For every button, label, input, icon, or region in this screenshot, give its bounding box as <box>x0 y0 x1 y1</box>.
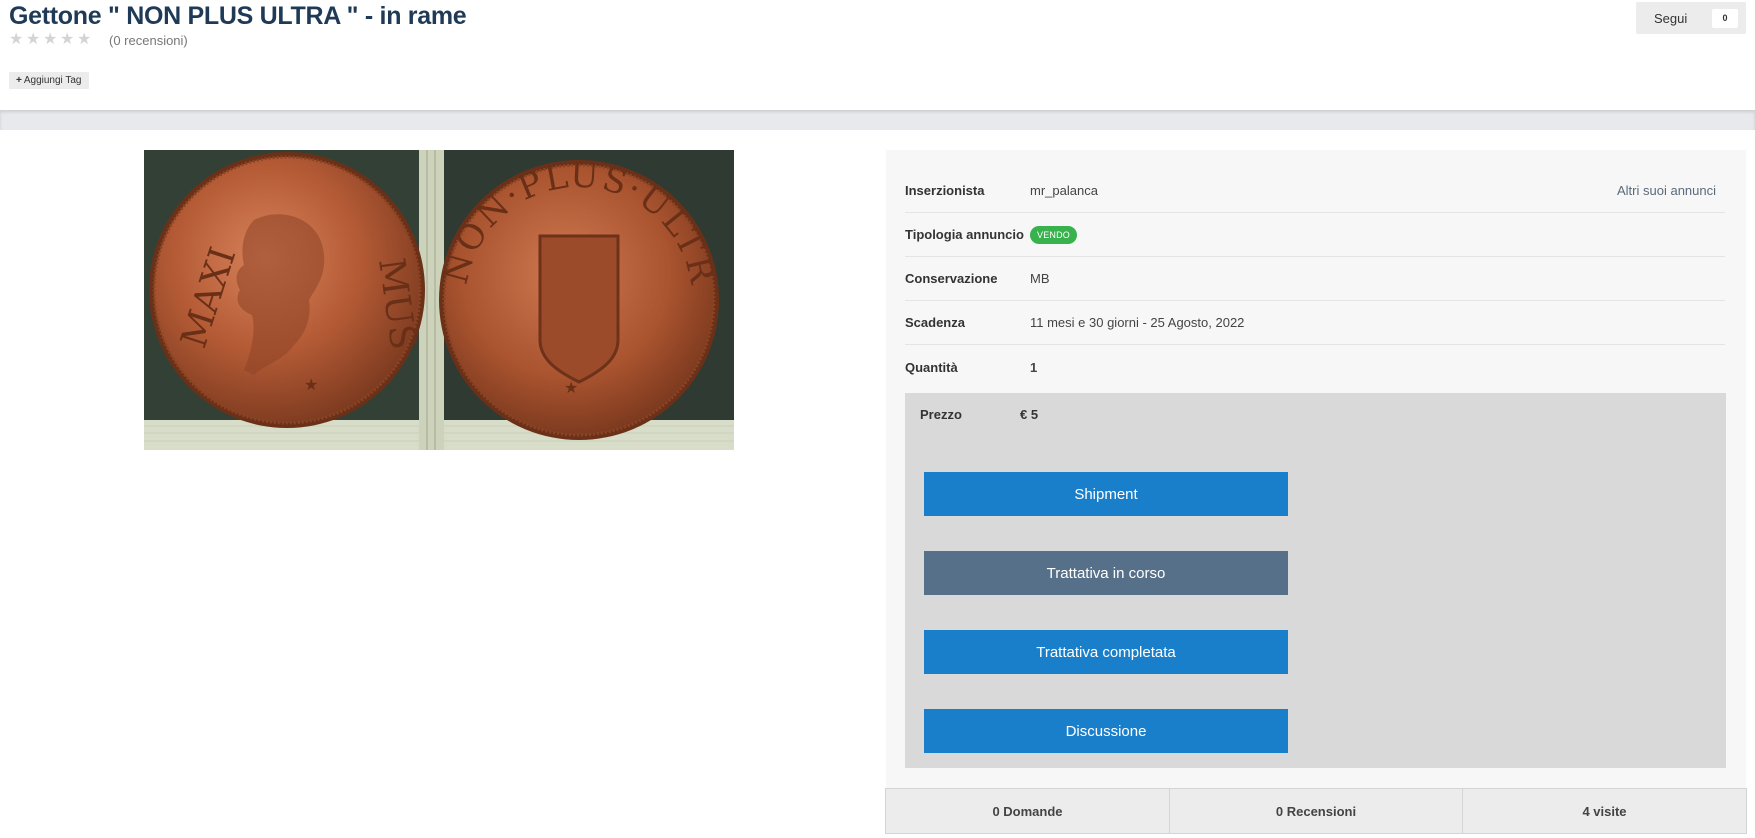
star-icon[interactable]: ★ <box>26 31 41 47</box>
follow-label: Segui <box>1654 10 1688 26</box>
trattativa-in-corso-button[interactable]: Trattativa in corso <box>924 551 1288 595</box>
shipment-button[interactable]: Shipment <box>924 472 1288 516</box>
add-tag-label: Aggiungi Tag <box>23 75 82 86</box>
listing-details-panel: Inserzionista mr_palanca Altri suoi annu… <box>886 150 1746 788</box>
scadenza-label: Scadenza <box>905 315 965 330</box>
star-icon[interactable]: ★ <box>60 31 75 47</box>
header-divider <box>0 110 1755 130</box>
inserzionista-label: Inserzionista <box>905 183 985 198</box>
price-box: Prezzo € 5 Shipment Trattativa in corso … <box>905 393 1726 768</box>
svg-text:★: ★ <box>564 378 578 397</box>
follow-button[interactable]: Segui 0 <box>1636 2 1746 34</box>
listing-type-badge: VENDO <box>1030 225 1078 244</box>
quantita-value: 1 <box>1030 359 1038 375</box>
listing-title: Gettone " NON PLUS ULTRA " - in rame <box>9 2 467 30</box>
svg-text:★: ★ <box>304 375 318 394</box>
tipologia-label: Tipologia annuncio <box>905 227 1024 242</box>
row-tipologia: Tipologia annuncio VENDO <box>905 213 1725 257</box>
scadenza-value: 11 mesi e 30 giorni - 25 Agosto, 2022 <box>1030 315 1245 330</box>
reviews-count: (0 recensioni) <box>109 33 188 48</box>
discussione-button[interactable]: Discussione <box>924 709 1288 753</box>
stat-domande[interactable]: 0 Domande <box>886 789 1170 833</box>
star-icon[interactable]: ★ <box>9 31 24 47</box>
prezzo-value: € 5 <box>1020 407 1039 422</box>
add-tag-button[interactable]: + Aggiungi Tag <box>9 72 89 89</box>
plus-icon: + <box>16 75 22 86</box>
conservazione-label: Conservazione <box>905 271 998 286</box>
star-icon[interactable]: ★ <box>77 31 92 47</box>
stat-visite: 4 visite <box>1582 803 1627 819</box>
row-quantita: Quantità 1 <box>905 345 1725 389</box>
row-inserzionista: Inserzionista mr_palanca Altri suoi annu… <box>905 169 1725 213</box>
stats-bar: 0 Domande 0 Recensioni 4 visite <box>885 788 1747 834</box>
conservazione-value: MB <box>1030 271 1050 286</box>
prezzo-label: Prezzo <box>920 407 962 422</box>
star-icon[interactable]: ★ <box>43 31 58 47</box>
quantita-label: Quantità <box>905 359 958 375</box>
rating-stars[interactable]: ★ ★ ★ ★ ★ <box>9 31 92 47</box>
inserzionista-value[interactable]: mr_palanca <box>1030 183 1098 198</box>
follow-count: 0 <box>1712 9 1738 28</box>
coin-photo[interactable]: MAXI MUS ★ NON·PLUS·ULTRA ★ <box>144 150 734 450</box>
other-listings-link[interactable]: Altri suoi annunci <box>1617 183 1716 198</box>
row-conservazione: Conservazione MB <box>905 257 1725 301</box>
stat-recensioni[interactable]: 0 Recensioni <box>1170 789 1463 833</box>
trattativa-completata-button[interactable]: Trattativa completata <box>924 630 1288 674</box>
listing-header: Gettone " NON PLUS ULTRA " - in rame ★ ★… <box>0 0 1755 110</box>
row-scadenza: Scadenza 11 mesi e 30 giorni - 25 Agosto… <box>905 301 1725 345</box>
